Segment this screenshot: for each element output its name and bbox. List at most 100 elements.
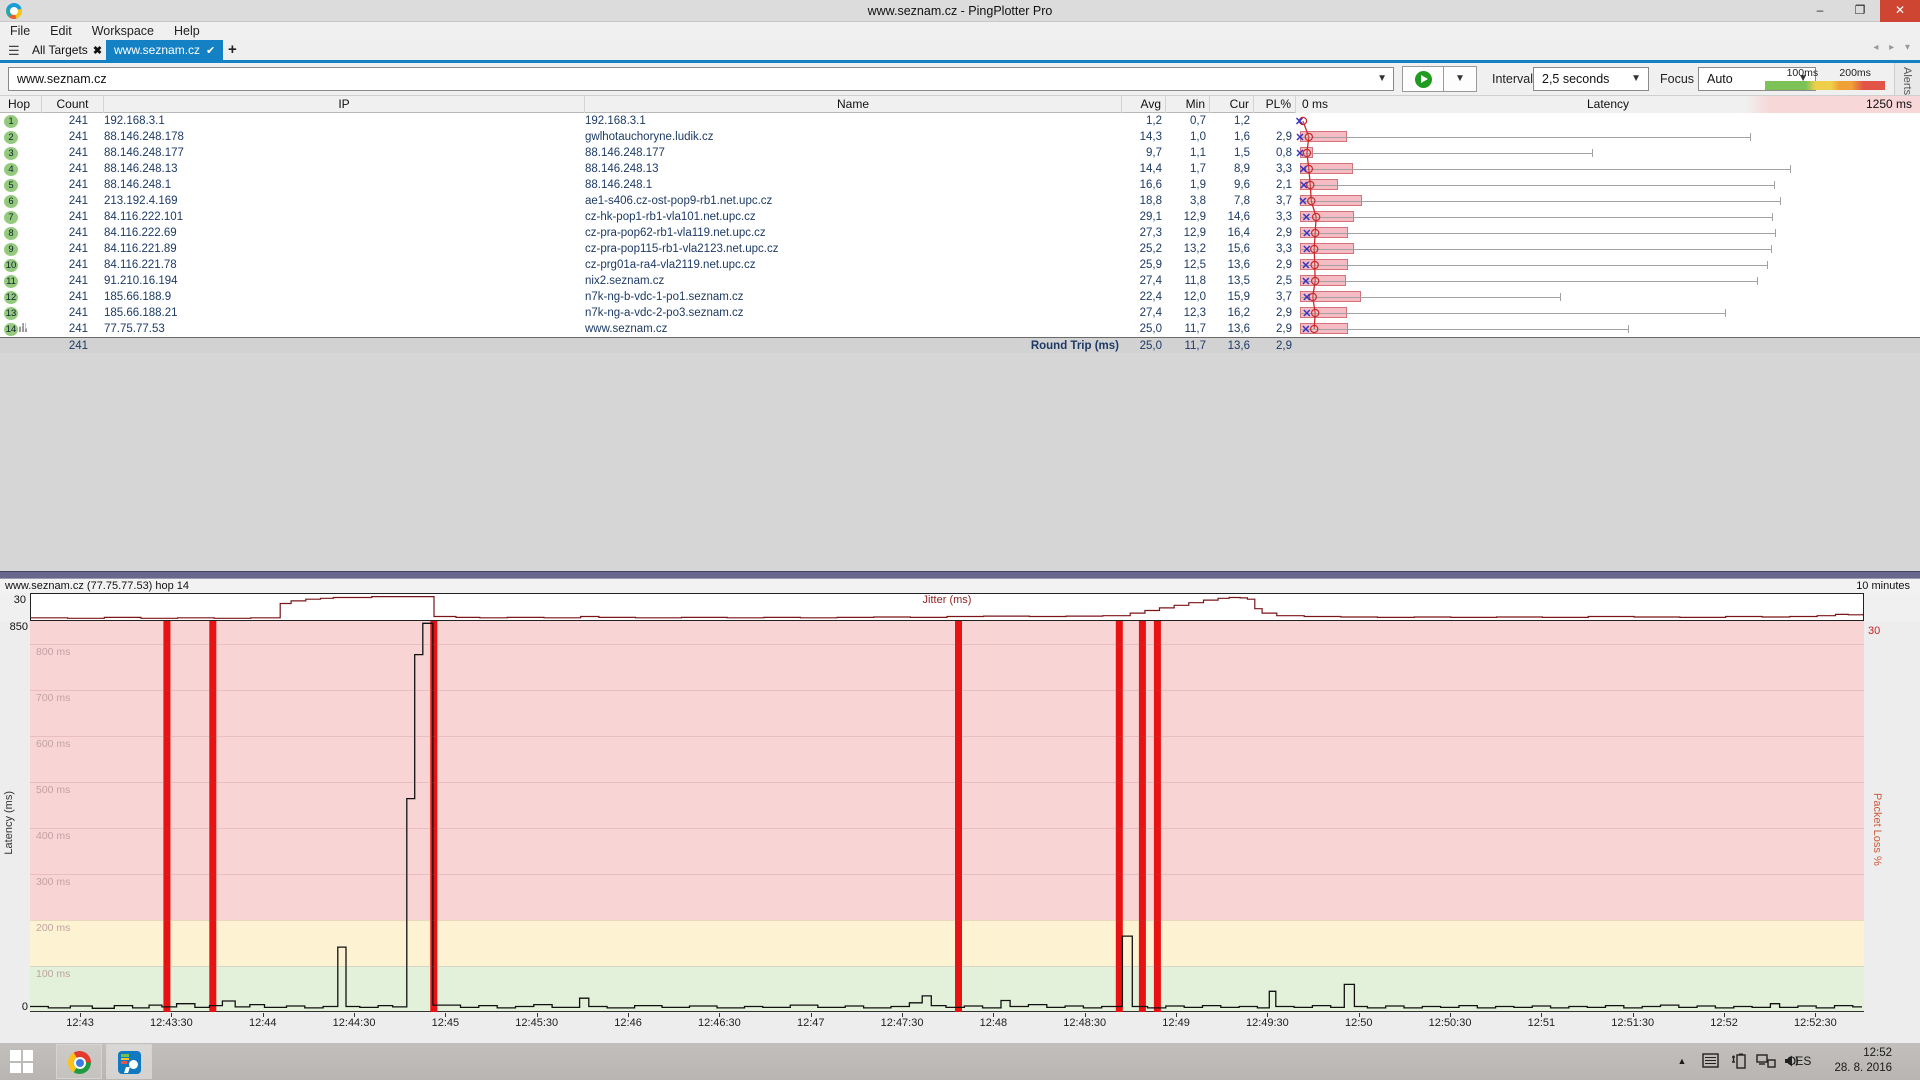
time-axis: 12:4312:43:3012:4412:44:3012:4512:45:301… [0,1013,1920,1033]
cur-cell: 13,6 [1210,321,1250,337]
table-row[interactable]: 14 241 77.75.77.53 www.seznam.cz 25,0 11… [0,321,1920,337]
table-row[interactable]: 11 241 91.210.16.194 nix2.seznam.cz 27,4… [0,273,1920,289]
col-cur[interactable]: Cur [1210,96,1254,113]
table-row[interactable]: 8 241 84.116.222.69 cz-pra-pop62-rb1-vla… [0,225,1920,241]
chrome-taskbar-button[interactable] [56,1044,102,1079]
menu-file[interactable]: File [0,22,40,40]
hop-cell: 8 [4,225,40,241]
focus-label: Focus [1660,72,1694,86]
name-cell: cz-pra-pop115-rb1-vla2123.net.upc.cz [585,241,1119,257]
hop-number-badge: 13 [4,307,18,320]
table-row[interactable]: 5 241 88.146.248.1 88.146.248.1 16,6 1,9… [0,177,1920,193]
cur-cell: 15,9 [1210,289,1250,305]
name-cell: cz-hk-pop1-rb1-vla101.net.upc.cz [585,209,1119,225]
pingplotter-taskbar-button[interactable] [106,1044,152,1079]
table-row[interactable]: 13 241 185.66.188.21 n7k-ng-a-vdc-2-po3.… [0,305,1920,321]
legend-100ms-label: 100ms [1787,67,1819,79]
hop-number-badge: 3 [4,147,18,160]
table-row[interactable]: 1 241 192.168.3.1 192.168.3.1 1,2 0,7 1,… [0,113,1920,129]
table-row[interactable]: 7 241 84.116.222.101 cz-hk-pop1-rb1-vla1… [0,209,1920,225]
menu-edit[interactable]: Edit [40,22,82,40]
hop-cell: 5 [4,177,40,193]
tab-all-targets[interactable]: All Targets✖ [24,40,110,60]
table-row[interactable]: 4 241 88.146.248.13 88.146.248.13 14,4 1… [0,161,1920,177]
start-button[interactable] [10,1050,34,1074]
latency-max-cap [1725,309,1726,317]
ip-cell: 88.146.248.1 [104,177,574,193]
time-tick-label: 12:52:30 [1794,1017,1837,1029]
min-cell: 11,8 [1166,273,1206,289]
col-min[interactable]: Min [1166,96,1210,113]
battery-icon[interactable] [1730,1053,1748,1069]
round-trip-row[interactable]: 241 Round Trip (ms) 25,0 11,7 13,6 2,9 [0,337,1920,353]
table-row[interactable]: 3 241 88.146.248.177 88.146.248.177 9,7 … [0,145,1920,161]
hop-cell: 10 [4,257,40,273]
col-hop[interactable]: Hop [0,96,42,113]
clock-time: 12:52 [1816,1046,1892,1061]
col-name[interactable]: Name [585,96,1122,113]
latency-max-cap [1772,213,1773,221]
pane-splitter[interactable] [0,571,1920,579]
network-icon[interactable] [1756,1053,1776,1069]
time-tick-label: 12:50:30 [1429,1017,1472,1029]
packet-loss-axis-title: Packet Loss % [1871,793,1883,866]
language-indicator[interactable]: CES [1782,1043,1816,1080]
timeline-graph: 850 0 Latency (ms) 100 ms200 ms300 ms400… [0,621,1920,1013]
start-trace-button[interactable] [1402,66,1444,92]
pl-cell: 0,8 [1254,145,1292,161]
start-trace-dropdown[interactable]: ▼ [1443,66,1477,92]
chevron-down-icon[interactable]: ▼ [1377,68,1387,90]
ip-cell: 84.116.221.78 [104,257,574,273]
menu-help[interactable]: Help [164,22,210,40]
table-row[interactable]: 10 241 84.116.221.78 cz-prg01a-ra4-vla21… [0,257,1920,273]
close-button[interactable]: ✕ [1880,0,1920,22]
jitter-plot: Jitter (ms) [30,593,1864,621]
new-tab-button[interactable]: + [228,40,237,60]
min-cell: 12,5 [1166,257,1206,273]
hamburger-icon[interactable]: ☰ [8,43,20,59]
time-tick-label: 12:45:30 [515,1017,558,1029]
cur-cell: 7,8 [1210,193,1250,209]
pl-cell: 2,9 [1254,321,1292,337]
gridline-label: 200 ms [36,922,70,934]
minimize-button[interactable]: – [1800,0,1840,22]
hidden-icons-button[interactable]: ▲ [1672,1043,1692,1080]
col-ip[interactable]: IP [104,96,585,113]
min-cell: 12,0 [1166,289,1206,305]
clock[interactable]: 12:52 28. 8. 2016 [1816,1046,1892,1077]
interval-select[interactable]: 2,5 seconds ▼ [1533,67,1649,91]
table-row[interactable]: 2 241 88.146.248.178 gwlhotauchoryne.lud… [0,129,1920,145]
hop-number-badge: 11 [4,275,18,288]
jitter-max-label: 30 [0,594,26,606]
col-pl[interactable]: PL% [1254,96,1296,113]
tab-close-icon[interactable]: ✖ [93,45,102,57]
latency-max-cap [1592,149,1593,157]
clock-date: 28. 8. 2016 [1816,1061,1892,1076]
chevron-down-icon[interactable]: ▼ [1631,68,1641,90]
tab-scroll-arrows[interactable]: ◂ ▸ ▾ [1873,42,1914,53]
table-row[interactable]: 12 241 185.66.188.9 n7k-ng-b-vdc-1-po1.s… [0,289,1920,305]
timeline-plot-area[interactable]: 100 ms200 ms300 ms400 ms500 ms600 ms700 … [30,621,1864,1012]
min-cell: 12,3 [1166,305,1206,321]
latency-timeline-line [30,621,1862,1012]
cur-cell: 13,5 [1210,273,1250,289]
y-axis-max-label: 850 [2,621,28,633]
maximize-button[interactable]: ❐ [1840,0,1880,22]
col-latency[interactable]: 0 ms Latency 1250 ms [1296,96,1920,113]
latency-graph-cell [1296,273,1920,289]
hop-cell: 1 [4,113,40,129]
menu-workspace[interactable]: Workspace [82,22,164,40]
ip-cell: 84.116.222.69 [104,225,574,241]
table-row[interactable]: 6 241 213.192.4.169 ae1-s406.cz-ost-pop9… [0,193,1920,209]
round-trip-count: 241 [42,338,88,354]
gridline [30,966,1864,967]
name-cell: nix2.seznam.cz [585,273,1119,289]
metro-app-icon[interactable] [1702,1053,1720,1069]
table-row[interactable]: 9 241 84.116.221.89 cz-pra-pop115-rb1-vl… [0,241,1920,257]
gridline-label: 300 ms [36,876,70,888]
col-count[interactable]: Count [42,96,104,113]
target-address-combobox[interactable]: www.seznam.cz ▼ [8,67,1394,91]
gridline-label: 400 ms [36,830,70,842]
tab-www-seznam-cz[interactable]: www.seznam.cz✔ [106,40,223,60]
col-avg[interactable]: Avg [1122,96,1166,113]
